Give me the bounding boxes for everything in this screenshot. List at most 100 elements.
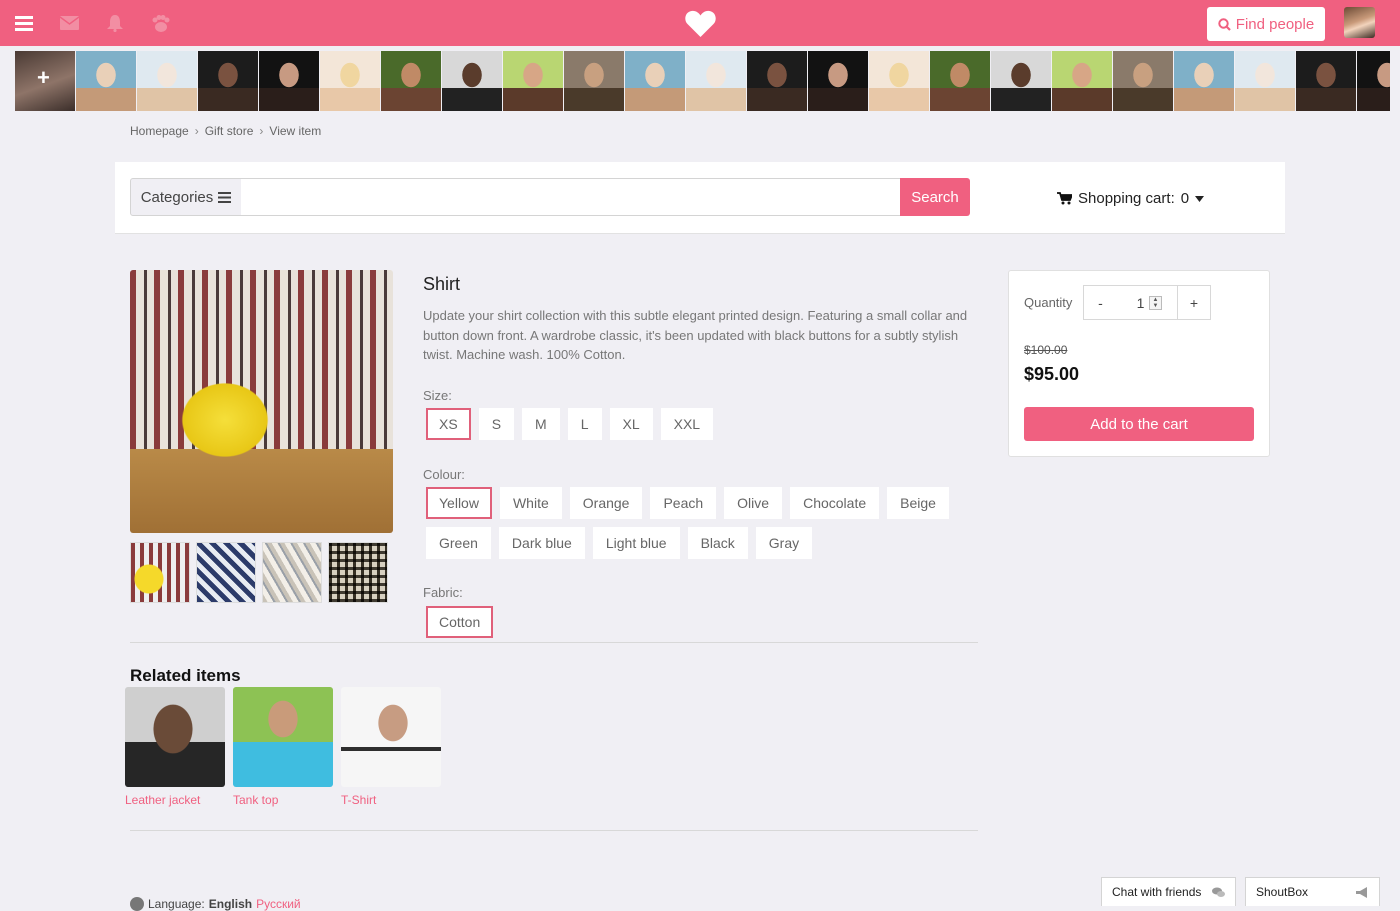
chat-bubbles-icon xyxy=(1212,887,1225,897)
member-photo[interactable] xyxy=(137,51,197,111)
breadcrumb-gift-store[interactable]: Gift store xyxy=(205,124,254,138)
paw-icon[interactable] xyxy=(150,0,172,46)
chevron-right-icon: › xyxy=(194,124,199,138)
product-thumbnail[interactable] xyxy=(196,542,256,603)
find-people-button[interactable]: Find people xyxy=(1207,7,1325,41)
colour-option[interactable]: Light blue xyxy=(592,527,680,559)
breadcrumb-homepage[interactable]: Homepage xyxy=(130,124,189,138)
size-option[interactable]: M xyxy=(522,408,560,440)
related-item-link[interactable]: Tank top xyxy=(233,793,333,807)
member-photo[interactable] xyxy=(259,51,319,111)
colour-option[interactable]: Beige xyxy=(887,487,949,519)
related-items-title: Related items xyxy=(130,666,241,685)
user-avatar[interactable] xyxy=(1344,7,1375,38)
member-photo[interactable] xyxy=(320,51,380,111)
related-item-image[interactable] xyxy=(341,687,441,787)
current-price: $95.00 xyxy=(1024,364,1080,384)
member-photo[interactable] xyxy=(991,51,1051,111)
size-option[interactable]: L xyxy=(567,408,602,440)
member-photo[interactable] xyxy=(930,51,990,111)
megaphone-icon xyxy=(1356,886,1367,898)
quantity-spinner[interactable]: ▲ ▼ xyxy=(1149,296,1162,310)
product-main-image[interactable] xyxy=(130,270,393,533)
add-to-cart-button[interactable]: Add to the cart xyxy=(1024,407,1254,441)
breadcrumb-view-item: View item xyxy=(269,124,322,138)
member-photo[interactable] xyxy=(76,51,136,111)
quantity-increase-button[interactable]: + xyxy=(1177,285,1211,320)
envelope-icon[interactable] xyxy=(59,0,79,46)
size-option[interactable]: XL xyxy=(609,408,653,440)
size-option[interactable]: XS xyxy=(426,408,471,440)
member-photo[interactable] xyxy=(1052,51,1112,111)
product-thumbnails xyxy=(130,542,388,603)
colour-option[interactable]: Chocolate xyxy=(790,487,880,519)
shopping-cart-dropdown[interactable]: Shopping cart: 0 xyxy=(1057,190,1205,207)
related-item-image[interactable] xyxy=(233,687,333,787)
member-photo[interactable] xyxy=(625,51,685,111)
member-photo[interactable] xyxy=(1235,51,1295,111)
find-people-label: Find people xyxy=(1235,15,1315,33)
related-item-link[interactable]: Leather jacket xyxy=(125,793,225,807)
member-photo[interactable] xyxy=(686,51,746,111)
heart-icon[interactable] xyxy=(684,0,716,46)
colour-label: Colour: xyxy=(423,467,465,482)
search-button[interactable]: Search xyxy=(900,178,970,216)
product-thumbnail[interactable] xyxy=(130,542,190,603)
fabric-options: Cotton xyxy=(426,606,986,638)
colour-option[interactable]: Gray xyxy=(755,527,813,559)
colour-option[interactable]: White xyxy=(499,487,562,519)
colour-option[interactable]: Orange xyxy=(569,487,643,519)
member-photo[interactable] xyxy=(198,51,258,111)
member-photo[interactable] xyxy=(1357,51,1390,111)
member-photo[interactable] xyxy=(869,51,929,111)
colour-option[interactable]: Green xyxy=(426,527,491,559)
search-input[interactable] xyxy=(241,178,901,216)
member-photo[interactable] xyxy=(747,51,807,111)
colour-option[interactable]: Peach xyxy=(650,487,717,519)
member-photo[interactable] xyxy=(564,51,624,111)
quantity-decrease-button[interactable]: - xyxy=(1083,285,1118,320)
divider xyxy=(130,642,978,643)
related-item-link[interactable]: T-Shirt xyxy=(341,793,441,807)
search-icon xyxy=(1218,17,1231,31)
member-photo[interactable] xyxy=(1174,51,1234,111)
quantity-label: Quantity xyxy=(1024,295,1073,310)
colour-option[interactable]: Dark blue xyxy=(498,527,585,559)
globe-icon xyxy=(130,897,144,911)
cart-count: 0 xyxy=(1180,190,1190,207)
bell-icon[interactable] xyxy=(106,0,124,46)
member-photo[interactable] xyxy=(808,51,868,111)
member-photo[interactable] xyxy=(381,51,441,111)
member-photo[interactable] xyxy=(442,51,502,111)
related-item[interactable]: Leather jacket xyxy=(125,687,225,807)
caret-down-icon xyxy=(1195,195,1205,202)
hamburger-icon[interactable] xyxy=(14,0,34,46)
shoutbox-tab[interactable]: ShoutBox xyxy=(1245,877,1380,906)
member-photo[interactable] xyxy=(503,51,563,111)
related-item[interactable]: T-Shirt xyxy=(341,687,441,807)
fabric-option[interactable]: Cotton xyxy=(426,606,494,638)
related-item[interactable]: Tank top xyxy=(233,687,333,807)
chat-with-friends-tab[interactable]: Chat with friends xyxy=(1101,877,1236,906)
quantity-input[interactable]: 1 xyxy=(1117,285,1178,320)
colour-option[interactable]: Black xyxy=(687,527,748,559)
store-search-panel: Categories Search Shopping cart: 0 xyxy=(115,162,1285,234)
related-item-image[interactable] xyxy=(125,687,225,787)
colour-option[interactable]: Yellow xyxy=(426,487,492,519)
member-photo[interactable] xyxy=(1113,51,1173,111)
product-thumbnail[interactable] xyxy=(328,542,388,603)
fabric-label: Fabric: xyxy=(423,585,463,600)
categories-button[interactable]: Categories xyxy=(130,178,242,216)
member-photo[interactable] xyxy=(1296,51,1356,111)
colour-option[interactable]: Olive xyxy=(724,487,783,519)
product-thumbnail[interactable] xyxy=(262,542,322,603)
add-photo-tile[interactable] xyxy=(15,51,75,111)
size-option[interactable]: S xyxy=(478,408,515,440)
spinner-down-icon[interactable]: ▼ xyxy=(1150,303,1161,309)
member-photo-strip xyxy=(15,51,1390,111)
size-option[interactable]: XXL xyxy=(660,408,714,440)
quantity-value: 1 xyxy=(1136,294,1145,311)
language-english[interactable]: English xyxy=(209,897,252,911)
language-russian[interactable]: Русский xyxy=(256,897,301,911)
chat-with-friends-label: Chat with friends xyxy=(1112,885,1202,899)
